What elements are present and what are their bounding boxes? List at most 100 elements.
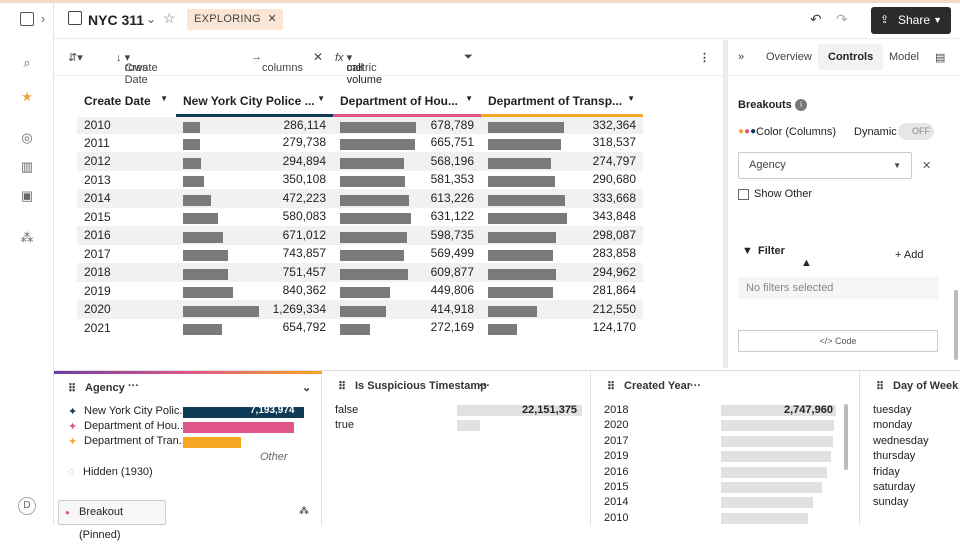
year-card-scrollbar[interactable] [844, 404, 848, 470]
column-header[interactable]: Department of Transp... ▼ [481, 88, 643, 117]
drag-handle-icon[interactable]: ⠿ [607, 380, 615, 393]
star-icon[interactable]: ★ [18, 88, 36, 106]
close-icon[interactable]: ✕ [267, 9, 277, 30]
value-cell[interactable]: 350,108 [176, 171, 333, 190]
value-cell[interactable]: 279,738 [176, 134, 333, 153]
value-cell[interactable]: 580,083 [176, 208, 333, 227]
pin-icon[interactable]: ✦ [68, 405, 77, 418]
drag-handle-icon[interactable]: ⠿ [338, 380, 346, 393]
logo-icon[interactable] [20, 12, 34, 26]
suspicious-item-label[interactable]: false [335, 404, 358, 416]
chevron-down-icon[interactable]: ⌄ [146, 12, 156, 26]
drag-handle-icon[interactable]: ⠿ [876, 380, 884, 393]
breakout-select[interactable]: Agency ▼ [738, 152, 912, 179]
value-cell[interactable]: 414,918 [333, 300, 481, 319]
caret-down-icon[interactable]: ▼ [160, 94, 168, 103]
code-button[interactable]: </> Code [738, 330, 938, 352]
column-header[interactable]: Department of Hou... ▼ [333, 88, 481, 117]
layout-icon[interactable]: ⇵▾ [68, 51, 83, 64]
agency-item-label[interactable]: Department of Tran... [84, 435, 188, 447]
value-cell[interactable]: 665,751 [333, 134, 481, 153]
row-header[interactable]: 2015 [77, 208, 176, 227]
drag-handle-icon[interactable]: ⠿ [68, 382, 76, 395]
row-header[interactable]: 2020 [77, 300, 176, 319]
value-cell[interactable]: 124,170 [481, 319, 643, 338]
more-icon[interactable]: ⋮ [699, 51, 710, 64]
info-icon[interactable]: i [795, 99, 807, 111]
search-icon[interactable]: ⌕ [18, 54, 36, 72]
share-button[interactable]: ⇪ Share ▼ [871, 7, 951, 34]
year-item-label[interactable]: 2016 [604, 466, 628, 478]
value-cell[interactable]: 631,122 [333, 208, 481, 227]
tab-controls[interactable]: Controls [818, 44, 884, 70]
year-item-label[interactable]: 2020 [604, 419, 628, 431]
value-cell[interactable]: 581,353 [333, 171, 481, 190]
caret-down-icon[interactable]: ▼ [465, 94, 473, 103]
pin-icon[interactable]: ✦ [68, 435, 77, 448]
hidden-count[interactable]: Hidden (1930) [83, 466, 153, 478]
value-cell[interactable]: 598,735 [333, 226, 481, 245]
row-header[interactable]: 2014 [77, 189, 176, 208]
row-header[interactable]: 2016 [77, 226, 176, 245]
tab-model[interactable]: Model [889, 51, 919, 63]
tab-overview[interactable]: Overview [766, 51, 812, 63]
user-avatar[interactable]: D [18, 497, 36, 515]
dow-item-label[interactable]: wednesday [873, 435, 929, 447]
value-cell[interactable]: 274,797 [481, 152, 643, 171]
year-item-label[interactable]: 2019 [604, 450, 628, 462]
agency-item-label[interactable]: Department of Hou... [84, 420, 186, 432]
document-icon[interactable]: ▣ [18, 187, 36, 205]
value-cell[interactable]: 343,848 [481, 208, 643, 227]
agency-item-label[interactable]: New York City Polic... [84, 405, 189, 417]
value-cell[interactable]: 609,877 [333, 263, 481, 282]
value-cell[interactable]: 449,806 [333, 282, 481, 301]
value-cell[interactable]: 332,364 [481, 115, 643, 134]
value-cell[interactable]: 840,362 [176, 282, 333, 301]
value-cell[interactable]: 613,226 [333, 189, 481, 208]
data-icon[interactable]: ⁂ [18, 229, 36, 247]
add-filter-button[interactable]: + Add [895, 249, 923, 261]
year-item-label[interactable]: 2018 [604, 404, 628, 416]
value-cell[interactable]: 333,668 [481, 189, 643, 208]
row-header[interactable]: 2010 [77, 115, 176, 134]
clear-breakout-icon[interactable]: ⁂ [299, 506, 309, 517]
expand-chevron-icon[interactable]: › [38, 10, 48, 28]
dow-item-label[interactable]: saturday [873, 481, 915, 493]
column-header[interactable]: Create Date ▼ [77, 88, 176, 117]
value-cell[interactable]: 568,196 [333, 152, 481, 171]
year-item-label[interactable]: 2015 [604, 481, 628, 493]
row-header[interactable]: 2018 [77, 263, 176, 282]
caret-down-icon[interactable]: ▼ [627, 94, 635, 103]
value-cell[interactable]: 212,550 [481, 300, 643, 319]
dow-item-label[interactable]: monday [873, 419, 912, 431]
card-menu-icon[interactable]: ··· [479, 380, 490, 392]
caret-down-icon[interactable]: ▼ [317, 94, 325, 103]
value-cell[interactable]: 472,223 [176, 189, 333, 208]
chart-icon[interactable]: ▥ [18, 158, 36, 176]
row-header[interactable]: 2017 [77, 245, 176, 264]
value-cell[interactable]: 286,114 [176, 115, 333, 134]
dynamic-toggle[interactable]: OFF [898, 123, 934, 140]
dow-item-label[interactable]: friday [873, 466, 900, 478]
row-header[interactable]: 2011 [77, 134, 176, 153]
year-item-label[interactable]: 2010 [604, 512, 628, 524]
collapse-panel-icon[interactable]: » [738, 51, 744, 63]
breakout-pinned-chip[interactable]: ● Breakout (Pinned) [58, 500, 166, 541]
value-cell[interactable]: 678,789 [333, 115, 481, 134]
redo-icon[interactable]: ↷ [836, 11, 848, 28]
value-cell[interactable]: 298,087 [481, 226, 643, 245]
value-cell[interactable]: 294,894 [176, 152, 333, 171]
rows-pill[interactable]: ↓ rows Create Date ▾ [116, 51, 158, 86]
value-cell[interactable]: 272,169 [333, 319, 481, 338]
card-menu-icon[interactable]: ··· [128, 380, 139, 392]
panel-scrollbar[interactable] [954, 290, 958, 360]
row-header[interactable]: 2019 [77, 282, 176, 301]
dow-item-label[interactable]: tuesday [873, 404, 912, 416]
year-item-label[interactable]: 2014 [604, 496, 628, 508]
filter-icon[interactable]: ⏷ [464, 51, 473, 64]
show-other-checkbox[interactable] [738, 189, 749, 200]
columns-pill[interactable]: → columns [251, 51, 303, 74]
clear-breakout-icon[interactable]: ✕ [922, 159, 931, 172]
pin-icon[interactable]: ✦ [68, 420, 77, 433]
value-cell[interactable]: 318,537 [481, 134, 643, 153]
